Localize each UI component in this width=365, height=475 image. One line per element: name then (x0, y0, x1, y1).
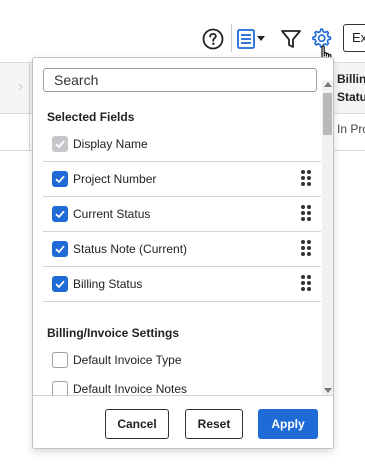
column-picker-panel: Selected Fields Display Name Project Num… (32, 57, 334, 449)
drag-handle-icon[interactable] (301, 205, 311, 221)
field-label: Display Name (73, 137, 148, 151)
field-label: Project Number (73, 172, 157, 186)
help-icon[interactable] (202, 28, 224, 50)
export-button[interactable]: Ex (343, 24, 365, 52)
scrollbar-thumb[interactable] (323, 93, 332, 135)
field-label: Billing Status (73, 277, 143, 291)
checkbox-current-status[interactable] (52, 206, 68, 222)
checkmark-icon (55, 140, 65, 149)
column-header-billing-status[interactable]: Billin Statu (337, 70, 365, 106)
field-label: Current Status (73, 207, 151, 221)
field-row-status-note[interactable]: Status Note (Current) (43, 232, 321, 267)
field-label: Status Note (Current) (73, 242, 188, 256)
field-row-current-status[interactable]: Current Status (43, 197, 321, 232)
checkbox-project-number[interactable] (52, 171, 68, 187)
field-label: Default Invoice Type (73, 353, 182, 367)
toolbar-divider (231, 24, 232, 52)
sort-arrow-icon: › (18, 78, 24, 95)
cancel-button[interactable]: Cancel (105, 409, 169, 439)
columns-list-icon[interactable] (236, 27, 268, 51)
checkbox-status-note[interactable] (52, 241, 68, 257)
reset-button[interactable]: Reset (185, 409, 243, 439)
column-picker-footer: Cancel Reset Apply (33, 395, 333, 448)
column-picker-scroll-area[interactable]: Selected Fields Display Name Project Num… (33, 58, 333, 395)
checkbox-default-invoice-type[interactable] (52, 352, 68, 368)
checkbox-default-invoice-notes[interactable] (52, 381, 68, 395)
checkmark-icon (55, 175, 65, 184)
checkmark-icon (55, 245, 65, 254)
search-input[interactable] (43, 68, 317, 92)
table-left-cell: › (0, 62, 30, 150)
field-label: Default Invoice Notes (73, 382, 188, 395)
table-cell-billing-status: In Pro (337, 122, 365, 136)
field-row-default-invoice-notes[interactable]: Default Invoice Notes (43, 372, 321, 395)
field-row-display-name[interactable]: Display Name (43, 127, 321, 162)
filter-icon[interactable] (280, 27, 302, 51)
checkbox-billing-status[interactable] (52, 276, 68, 292)
drag-handle-icon[interactable] (301, 170, 311, 186)
field-row-project-number[interactable]: Project Number (43, 162, 321, 197)
drag-handle-icon[interactable] (301, 275, 311, 291)
selected-fields-heading: Selected Fields (47, 110, 135, 124)
scroll-down-arrow-icon[interactable] (324, 388, 332, 393)
checkmark-icon (55, 280, 65, 289)
apply-button[interactable]: Apply (258, 409, 318, 439)
drag-handle-icon[interactable] (301, 240, 311, 256)
billing-invoice-settings-heading: Billing/Invoice Settings (47, 326, 180, 340)
scroll-up-arrow-icon[interactable] (324, 82, 332, 87)
checkmark-icon (55, 210, 65, 219)
field-row-billing-status[interactable]: Billing Status (43, 267, 321, 302)
checkbox-display-name (52, 136, 68, 152)
